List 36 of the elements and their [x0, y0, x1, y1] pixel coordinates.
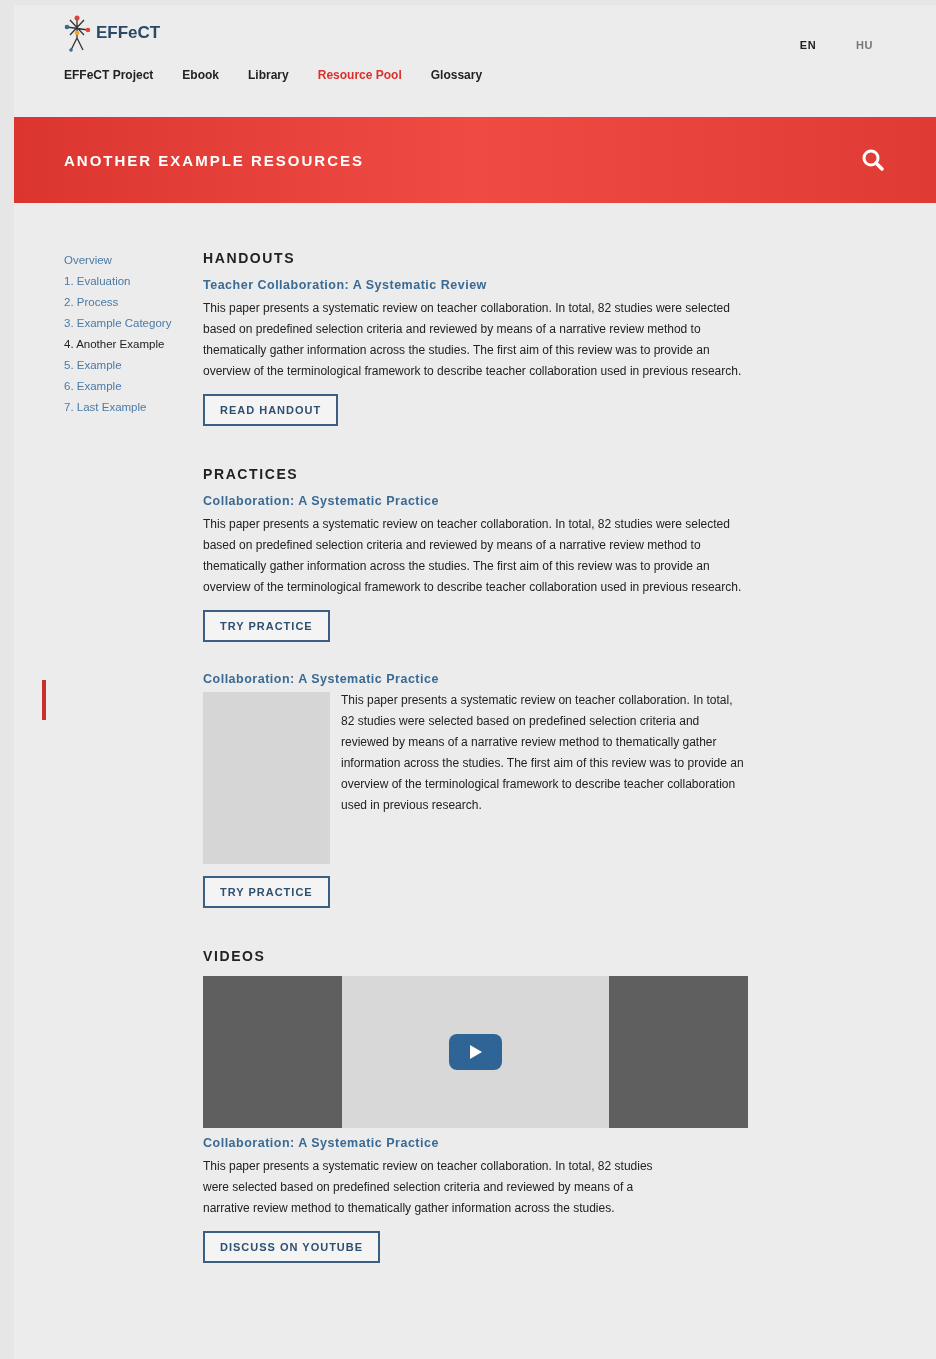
search-icon[interactable] — [862, 149, 884, 171]
nav-link[interactable]: EFFeCT Project — [64, 68, 154, 82]
item-description: This paper presents a systematic review on teacher collaboration. In total, 82 studies were selected based on predefined selection criteria and reviewed by means of a narrative review method to thematically gather information across the studies. The first aim of this review was to provide an overview of the terminological framework to describe teacher collaboration used in previous research. — [341, 692, 745, 814]
sidebar-link[interactable]: 3. Example Category — [64, 313, 172, 334]
sidebar-link[interactable]: 1. Evaluation — [64, 271, 131, 292]
accent-bar — [42, 680, 46, 720]
action-button[interactable]: TRY PRACTICE — [203, 610, 330, 642]
action-button[interactable]: READ HANDOUT — [203, 394, 339, 426]
item-title[interactable]: Teacher Collaboration: A Systematic Review — [203, 278, 748, 292]
language-link[interactable]: EN — [799, 39, 817, 51]
sidebar-link[interactable]: 4. Another Example — [64, 334, 165, 355]
item-description: This paper presents a systematic review on teacher collaboration. In total, 82 studies were selected based on predefined selection criteria and reviewed by means of a narrative review method to thematically gather information across the studies. — [203, 1158, 654, 1217]
sidebar-link[interactable]: 7. Last Example — [64, 397, 147, 418]
sidebar-link[interactable]: 2. Process — [64, 292, 119, 313]
item-description: This paper presents a systematic review on teacher collaboration. In total, 82 studies were selected based on predefined selection criteria and reviewed by means of a narrative review method to thematically gather information across the studies. The first aim of this review was to provide an overview of the terminological framework to describe teacher collaboration used in previous research. — [203, 516, 743, 596]
banner-title: ANOTHER EXAMPLE RESOURCES — [64, 151, 365, 169]
item-description: This paper presents a systematic review on teacher collaboration. In total, 82 studies were selected based on predefined selection criteria and reviewed by means of a narrative review method to thematically gather information across the studies. The first aim of this review was to provide an overview of the terminological framework to describe teacher collaboration used in previous research. — [203, 300, 743, 380]
video-player[interactable] — [203, 976, 748, 1128]
section-heading: VIDEOS — [203, 948, 267, 964]
action-button[interactable]: TRY PRACTICE — [203, 876, 330, 908]
sidebar-link[interactable]: Overview — [64, 250, 112, 271]
section-heading: PRACTICES — [203, 466, 300, 482]
nav-link[interactable]: Ebook — [182, 68, 220, 82]
nav-link[interactable]: Glossary — [430, 68, 483, 82]
item-title[interactable]: Collaboration: A Systematic Practice — [203, 672, 748, 686]
sidebar-link[interactable]: 5. Example — [64, 355, 122, 376]
item-title[interactable]: Collaboration: A Systematic Practice — [203, 1136, 748, 1150]
play-icon[interactable] — [449, 1034, 502, 1070]
logo-text[interactable]: EFFeCT — [96, 23, 161, 43]
item-title[interactable]: Collaboration: A Systematic Practice — [203, 494, 748, 508]
language-link[interactable]: HU — [856, 39, 873, 51]
sidebar-link[interactable]: 6. Example — [64, 376, 122, 397]
action-button[interactable]: DISCUSS ON YOUTUBE — [203, 1231, 381, 1263]
section-heading: HANDOUTS — [203, 250, 297, 266]
logo-icon — [64, 14, 92, 52]
nav-link[interactable]: Library — [248, 68, 289, 82]
